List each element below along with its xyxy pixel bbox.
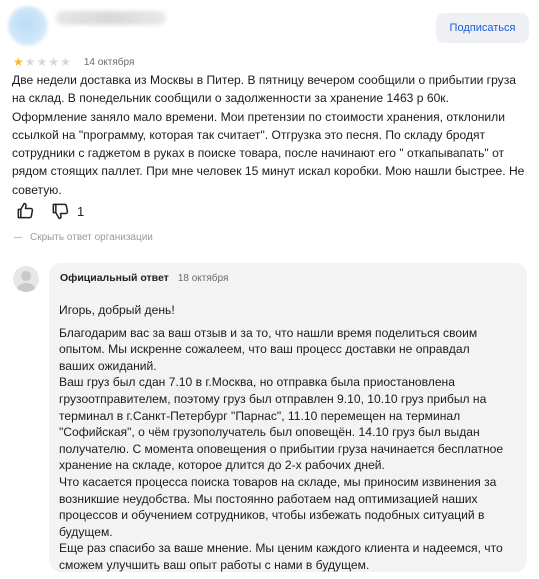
reply-body: Игорь, добрый день! Благодарим вас за ва… bbox=[59, 302, 504, 574]
reply-paragraph: Ваш груз был сдан 7.10 в г.Москва, но от… bbox=[59, 375, 504, 473]
reply-paragraph: Что касается процесса поиска товаров на … bbox=[59, 474, 497, 539]
star-icon: ★ bbox=[60, 55, 71, 69]
organization-avatar bbox=[13, 266, 39, 292]
dash-icon bbox=[14, 237, 22, 238]
user-silhouette-icon bbox=[16, 271, 36, 292]
reply-label: Официальный ответ bbox=[60, 272, 169, 284]
reply-header: Официальный ответ 18 октября bbox=[60, 272, 228, 284]
subscribe-button[interactable]: Подписаться bbox=[436, 13, 529, 43]
star-icon: ★ bbox=[24, 55, 36, 69]
dislike-count: 1 bbox=[77, 203, 85, 219]
reviewer-name[interactable] bbox=[56, 11, 166, 25]
star-icon: ★ bbox=[48, 55, 60, 69]
hide-reply-toggle[interactable]: Скрыть ответ организации bbox=[14, 232, 153, 243]
review-actions: 1 bbox=[15, 200, 84, 222]
reply-greeting: Игорь, добрый день! bbox=[59, 303, 175, 317]
star-rating: ★ ★ ★ ★ ★ bbox=[13, 56, 71, 68]
star-icon: ★ bbox=[36, 55, 48, 69]
reviewer-avatar[interactable] bbox=[8, 6, 48, 46]
reply-date: 18 октября bbox=[177, 272, 229, 284]
star-icon: ★ bbox=[13, 55, 24, 69]
hide-reply-label: Скрыть ответ организации bbox=[30, 232, 153, 243]
thumbs-up-icon[interactable] bbox=[15, 201, 35, 221]
review-date: 14 октября bbox=[83, 56, 135, 68]
reply-paragraph: Благодарим вас за ваш отзыв и за то, что… bbox=[59, 325, 478, 373]
rating-row: ★ ★ ★ ★ ★ 14 октября bbox=[13, 54, 134, 70]
official-reply: Официальный ответ 18 октября Игорь, добр… bbox=[49, 263, 527, 572]
thumbs-down-icon[interactable] bbox=[50, 201, 70, 221]
review-header: Подписаться bbox=[0, 0, 539, 56]
reply-paragraph: Еще раз спасибо за ваше мнение. Мы ценим… bbox=[59, 541, 503, 572]
review-text: Две недели доставка из Москвы в Питер. В… bbox=[12, 73, 525, 197]
